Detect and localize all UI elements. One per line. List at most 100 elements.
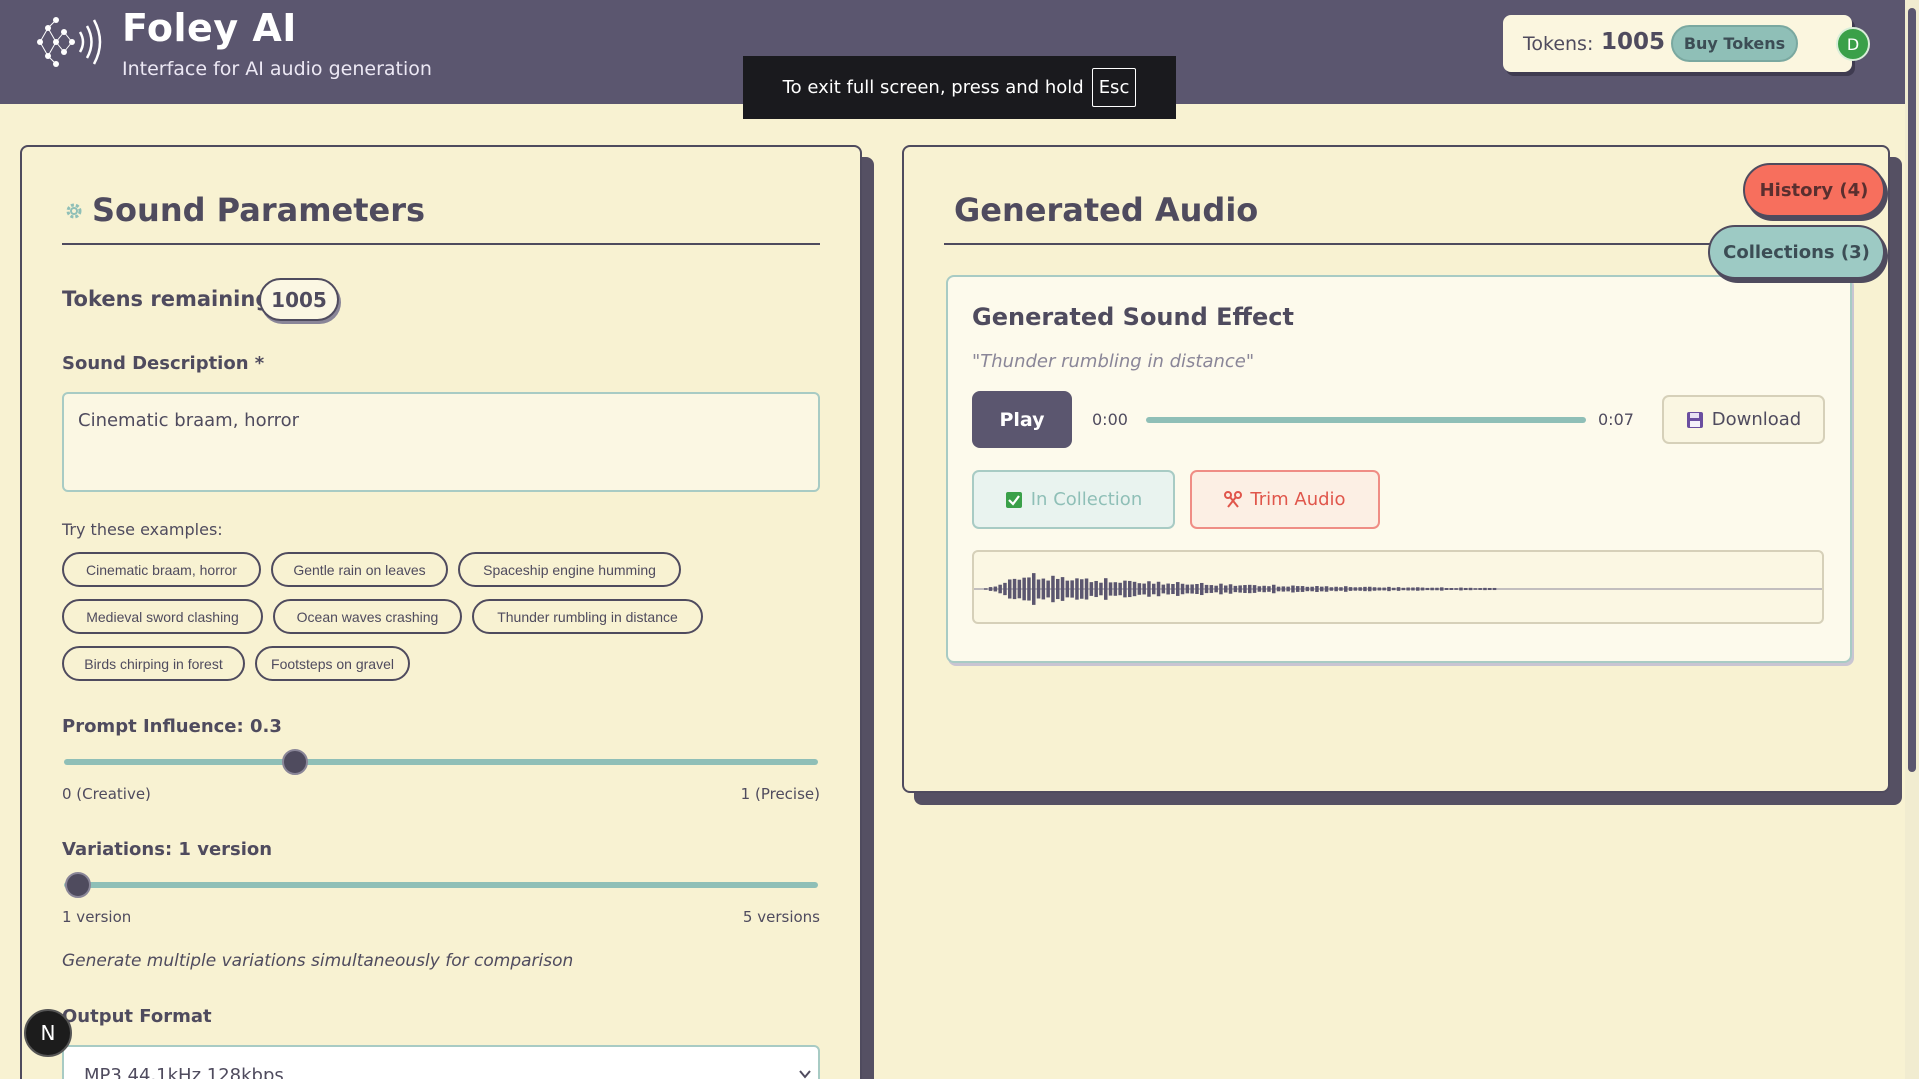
variations-note: Generate multiple variations simultaneou…	[62, 951, 574, 971]
collections-button[interactable]: Collections (3)	[1708, 225, 1885, 279]
waveform-bar	[1099, 582, 1103, 596]
waveform-bar	[1411, 587, 1415, 591]
tokens-remaining-badge: 1005	[259, 278, 339, 321]
waveform-bar	[1200, 582, 1204, 596]
sound-description-input[interactable]	[62, 392, 820, 492]
app-title: Foley AI	[122, 6, 297, 50]
floppy-disk-icon	[1686, 411, 1703, 428]
waveform-bar	[1257, 586, 1262, 592]
waveform-bar	[1291, 585, 1295, 593]
waveform-bar	[1248, 584, 1252, 594]
scissors-icon	[1224, 490, 1243, 508]
checkbox-checked-icon	[1005, 491, 1022, 508]
gear-icon	[66, 203, 82, 219]
example-chip[interactable]: Medieval sword clashing	[62, 599, 263, 634]
output-format-value: MP3 44.1kHz 128kbps	[84, 1065, 284, 1079]
fullscreen-message: To exit full screen, press and hold	[782, 77, 1084, 98]
waveform-bar	[1195, 584, 1199, 594]
example-chip[interactable]: Cinematic braam, horror	[62, 552, 261, 587]
variations-track[interactable]	[64, 882, 818, 888]
waveform-bar	[1219, 583, 1223, 595]
prompt-max-label: 1 (Precise)	[740, 785, 820, 803]
prompt-min-label: 0 (Creative)	[62, 785, 151, 803]
audio-waveform[interactable]	[972, 550, 1824, 624]
page-scrollbar[interactable]	[1905, 0, 1919, 1079]
token-balance-box: Tokens: 1005 Buy Tokens	[1503, 15, 1852, 72]
waveform-bar	[1036, 579, 1041, 599]
waveform-bar	[1324, 586, 1329, 592]
waveform-bar	[1027, 577, 1031, 601]
sound-card-prompt: "Thunder rumbling in distance"	[972, 351, 1255, 372]
example-chip[interactable]: Footsteps on gravel	[255, 646, 410, 681]
n-badge[interactable]: N	[24, 1009, 72, 1057]
trim-audio-button[interactable]: Trim Audio	[1190, 470, 1380, 529]
play-button[interactable]: Play	[972, 391, 1072, 448]
in-collection-button[interactable]: In Collection	[972, 470, 1175, 529]
sound-wave-logo-icon	[37, 17, 102, 67]
scrollbar-thumb[interactable]	[1908, 8, 1916, 772]
waveform-bar	[1056, 578, 1060, 600]
waveform-bar	[1392, 587, 1396, 591]
trim-audio-label: Trim Audio	[1250, 489, 1346, 510]
example-chip[interactable]: Birds chirping in forest	[62, 646, 245, 681]
waveform-bar	[1075, 578, 1079, 600]
title-divider	[62, 243, 820, 245]
waveform-bar	[1305, 586, 1310, 592]
waveform-bar	[1089, 582, 1094, 596]
fullscreen-exit-toast: To exit full screen, press and hold Esc	[743, 56, 1176, 119]
waveform-bar	[1152, 583, 1156, 595]
waveform-bar	[1387, 586, 1391, 592]
waveform-bar	[1372, 587, 1377, 591]
waveform-bar	[1296, 586, 1300, 592]
variations-min-label: 1 version	[62, 908, 132, 926]
waveform-bar	[1334, 586, 1338, 592]
waveform-bar	[1406, 587, 1410, 591]
user-avatar[interactable]: D	[1836, 27, 1870, 61]
waveform-bar	[1281, 586, 1286, 592]
example-chip[interactable]: Thunder rumbling in distance	[472, 599, 703, 634]
waveform-bar	[1377, 587, 1382, 591]
waveform-bar	[998, 584, 1002, 594]
waveform-bar	[1190, 584, 1194, 594]
example-chip[interactable]: Ocean waves crashing	[273, 599, 462, 634]
download-button[interactable]: Download	[1662, 395, 1825, 444]
waveform-bar	[1416, 587, 1420, 591]
generated-sound-card: Generated Sound Effect "Thunder rumbling…	[946, 275, 1852, 663]
prompt-influence-track[interactable]	[64, 759, 818, 765]
history-button[interactable]: History (4)	[1743, 163, 1885, 217]
waveform-bar	[1267, 586, 1271, 592]
chevron-down-icon	[799, 1070, 811, 1079]
examples-label: Try these examples:	[62, 520, 223, 539]
buy-tokens-button[interactable]: Buy Tokens	[1671, 25, 1798, 62]
waveform-bar	[1401, 587, 1406, 591]
example-chip[interactable]: Gentle rain on leaves	[271, 552, 448, 587]
waveform-bar	[1310, 586, 1314, 592]
example-chip[interactable]: Spaceship engine humming	[458, 552, 681, 587]
variations-max-label: 5 versions	[742, 908, 820, 926]
waveform-bar	[1425, 587, 1430, 591]
waveform-bar	[1032, 573, 1036, 605]
waveform-bar	[1118, 582, 1122, 596]
sound-card-title: Generated Sound Effect	[972, 303, 1294, 331]
waveform-bar	[1358, 587, 1362, 591]
waveform-bar	[1353, 587, 1358, 591]
waveform-bar	[1176, 582, 1180, 596]
waveform-bar	[1492, 587, 1497, 591]
waveform-bar	[1473, 588, 1478, 590]
waveform-bar	[1123, 580, 1127, 598]
waveform-bar	[1108, 582, 1113, 596]
output-format-select[interactable]: MP3 44.1kHz 128kbps	[62, 1045, 820, 1079]
waveform-bar	[1464, 587, 1468, 591]
variations-slider[interactable]	[65, 872, 91, 898]
waveform-bar	[1243, 585, 1247, 593]
waveform-bar	[1315, 586, 1319, 592]
waveform-bar	[1396, 587, 1401, 591]
waveform-bar	[1046, 580, 1050, 598]
generated-audio-title: Generated Audio	[954, 191, 1259, 229]
playback-progress-bar[interactable]	[1146, 417, 1586, 423]
download-label: Download	[1711, 409, 1802, 430]
waveform-bar	[1147, 581, 1151, 597]
waveform-bar	[1209, 585, 1214, 593]
prompt-influence-slider[interactable]	[282, 749, 308, 775]
waveform-bar	[1171, 583, 1175, 595]
